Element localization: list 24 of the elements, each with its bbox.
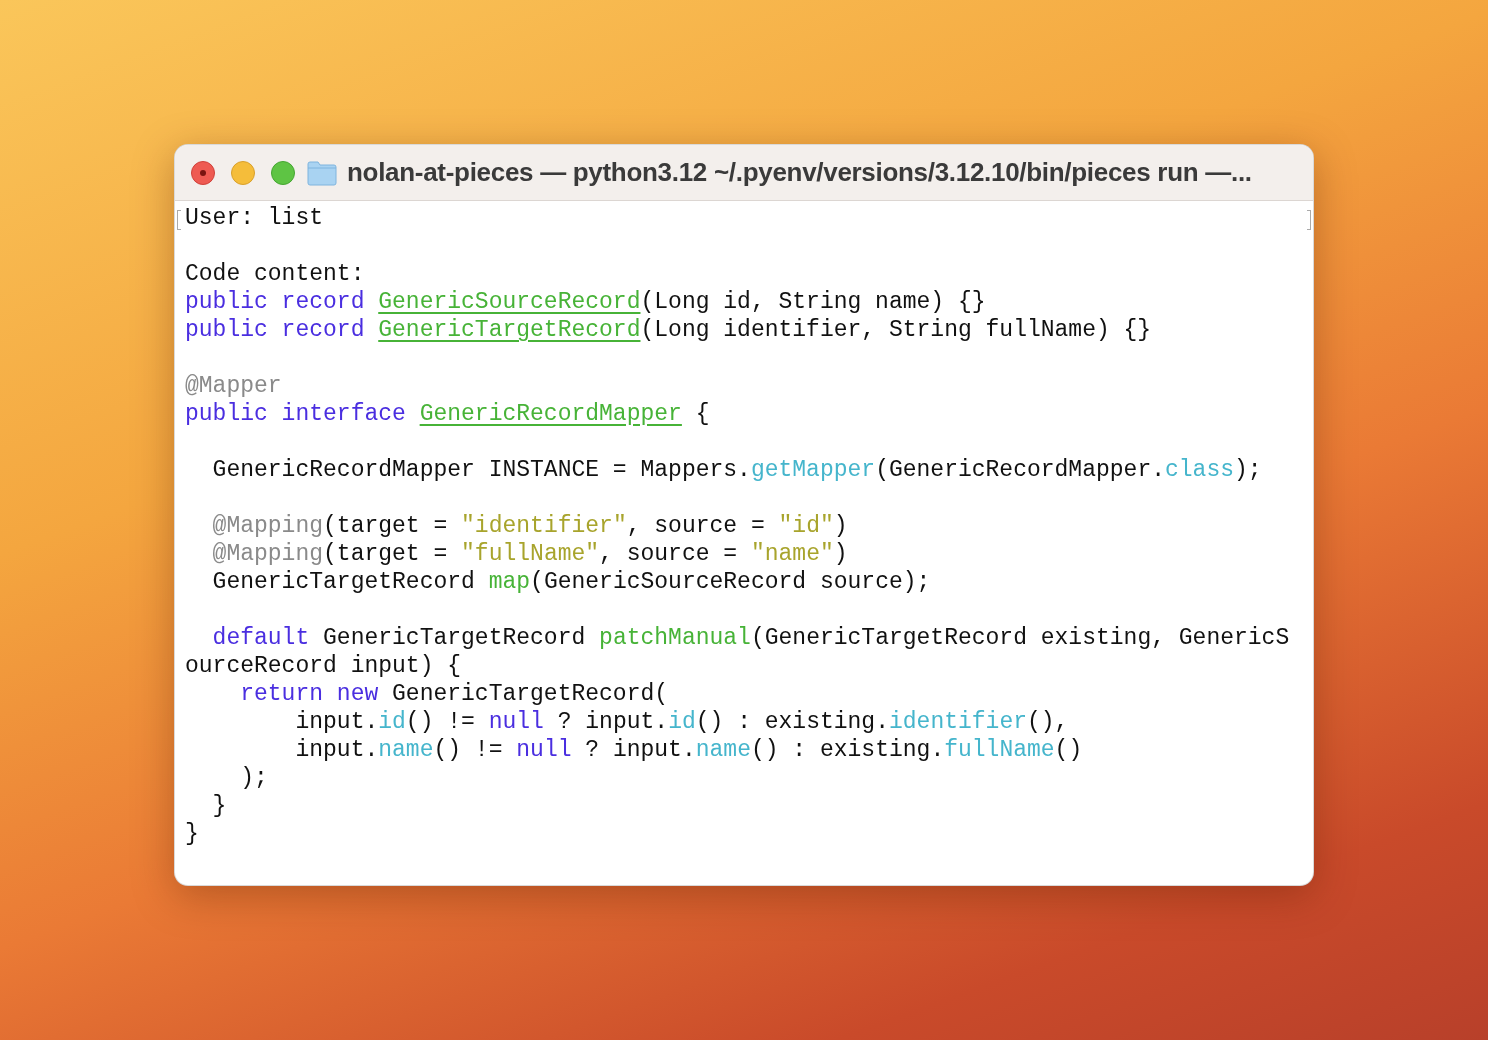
code-line: @Mapping(target = "identifier", source = "id") (211, 512, 848, 540)
code-line: return new GenericTargetRecord( (239, 680, 669, 708)
code-line: GenericRecordMapper INSTANCE = Mappers.getMapper(GenericRecordMapper.class); (211, 456, 1262, 484)
window-title: nolan-at-pieces — python3.12 ~/.pyenv/versions/3.12.10/bin/pieces run —... (347, 157, 1252, 188)
code-line: input.id() != null ? input.id() : existing.identifier(), (294, 708, 1069, 736)
code-line: } (211, 792, 227, 820)
code-line: public record GenericSourceRecord(Long id, String name) {} (185, 288, 986, 316)
close-button[interactable] (191, 160, 215, 185)
folder-icon (307, 159, 337, 186)
code-line: public record GenericTargetRecord(Long identifier, String fullName) {} (185, 316, 1152, 344)
code-line: default GenericTargetRecord patchManual(GenericTargetRecord existing, GenericS (211, 624, 1290, 652)
code-line: User: list (185, 204, 324, 232)
line-mark-icon (1307, 210, 1311, 230)
code-line: GenericTargetRecord map(GenericSourceRecord source); (211, 568, 931, 596)
minimize-button[interactable] (231, 160, 255, 185)
code-line: Code content: (185, 260, 365, 288)
code-line: ); (239, 764, 268, 792)
code-line: @Mapper (185, 372, 282, 400)
zoom-button[interactable] (271, 160, 295, 185)
code-line: ourceRecord input) { (185, 652, 462, 680)
code-line: input.name() != null ? input.name() : existing.fullName() (294, 736, 1083, 764)
code-line: } (185, 820, 199, 848)
code-line: public interface GenericRecordMapper { (185, 400, 710, 428)
code-line: @Mapping(target = "fullName", source = "name") (211, 540, 848, 568)
